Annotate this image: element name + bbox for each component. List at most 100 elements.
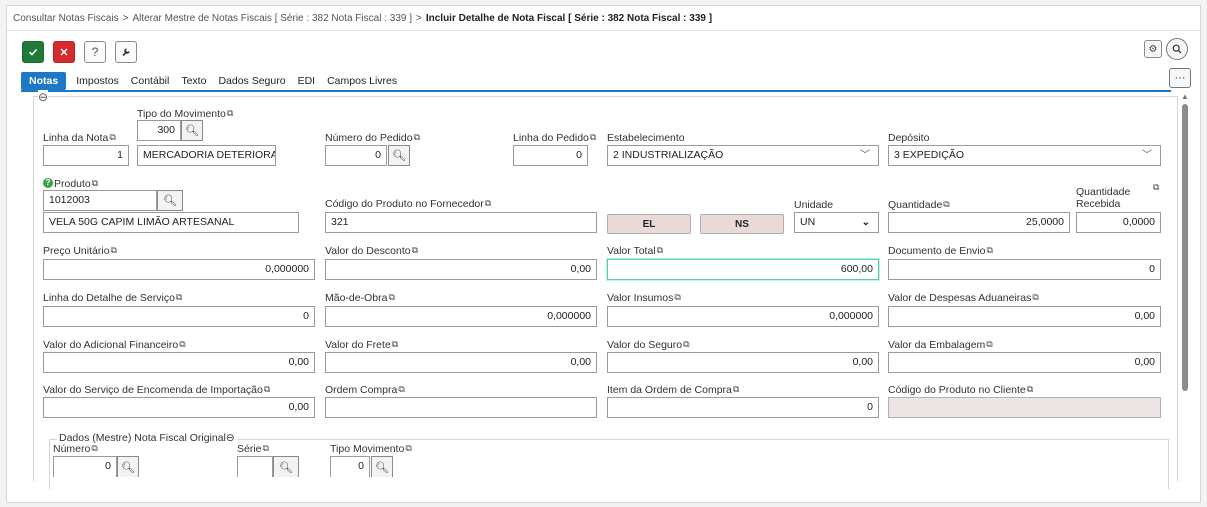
valor-despesas-aduaneiras-input[interactable]: 0,00	[888, 306, 1161, 327]
codigo-produto-cliente-input	[888, 397, 1161, 418]
tab-contabil[interactable]: Contábil	[125, 72, 176, 90]
copy-icon: ⧉	[175, 292, 183, 302]
scroll-up-icon[interactable]: ▲	[1181, 92, 1189, 101]
quantidade-recebida-input[interactable]: 0,0000	[1076, 212, 1161, 233]
cancel-button[interactable]	[53, 41, 75, 63]
mestre-serie-search-button[interactable]: 🔍︎	[273, 456, 299, 477]
mestre-numero-input[interactable]: 0	[53, 456, 117, 477]
gear-icon: ⚙	[1148, 43, 1158, 55]
linha-nota-input[interactable]: 1	[43, 145, 129, 166]
close-icon	[60, 48, 68, 56]
el-button[interactable]: EL	[607, 214, 691, 234]
ns-button[interactable]: NS	[700, 214, 784, 234]
wrench-icon	[122, 48, 130, 57]
valor-seguro-input[interactable]: 0,00	[607, 352, 879, 373]
produto-code-input[interactable]: 1012003	[43, 190, 157, 211]
breadcrumb-current: Incluir Detalhe de Nota Fiscal [ Série :…	[425, 13, 713, 24]
mestre-serie-input[interactable]	[237, 456, 273, 477]
valor-adicional-financeiro-input[interactable]: 0,00	[43, 352, 315, 373]
help-circle-icon: ?	[43, 178, 53, 188]
produto-description: VELA 50G CAPIM LIMÃO ARTESANAL	[43, 212, 299, 233]
copy-icon: ⧉	[683, 339, 690, 349]
tab-underline	[21, 90, 1171, 92]
app-window: Consultar Notas Fiscais > Alterar Mestre d…	[6, 5, 1202, 503]
valor-despesas-aduaneiras-label: Valor de Despesas Aduaneiras⧉	[888, 292, 1039, 304]
tab-dados-seguro[interactable]: Dados Seguro	[212, 72, 291, 90]
valor-embalagem-label: Valor da Embalagem⧉	[888, 339, 993, 351]
confirm-button[interactable]	[22, 41, 44, 63]
tipo-movimento-label: Tipo do Movimento⧉	[137, 108, 234, 120]
copy-icon: ⧉	[391, 339, 399, 349]
copy-icon: ⧉	[674, 292, 681, 302]
preco-unitario-input[interactable]: 0,000000	[43, 259, 315, 280]
numero-pedido-search-button[interactable]: 🔍︎	[388, 145, 410, 166]
valor-total-label: Valor Total⧉	[607, 245, 664, 257]
quantidade-recebida-label: Quantidade Recebida	[1076, 186, 1131, 210]
unidade-select[interactable]: UN ⌄	[794, 212, 879, 233]
copy-icon: ⧉	[1026, 384, 1034, 394]
estabelecimento-select[interactable]: 2 INDUSTRIALIZAÇÃO ﹀	[607, 145, 879, 166]
copy-icon: ⧉	[388, 292, 395, 302]
estabelecimento-label: Estabelecimento	[607, 132, 685, 144]
mestre-tipo-movimento-search-button[interactable]: 🔍︎	[371, 456, 393, 477]
chevron-down-icon: ﹀	[860, 150, 870, 161]
more-options-button[interactable]: ···	[1169, 68, 1191, 88]
mestre-numero-search-button[interactable]: 🔍︎	[117, 456, 139, 477]
copy-icon: ⧉	[398, 384, 405, 394]
codigo-produto-cliente-label: Código do Produto no Cliente⧉	[888, 384, 1034, 396]
breadcrumb-link-alterar[interactable]: Alterar Mestre de Notas Fiscais [ Série …	[132, 13, 412, 24]
numero-pedido-input[interactable]: 0	[325, 145, 387, 166]
preco-unitario-label: Preço Unitário⧉	[43, 245, 117, 257]
valor-desconto-input[interactable]: 0,00	[325, 259, 597, 280]
tab-notas[interactable]: Notas	[21, 72, 67, 90]
breadcrumb: Consultar Notas Fiscais > Alterar Mestre d…	[13, 13, 712, 24]
valor-embalagem-input[interactable]: 0,00	[888, 352, 1161, 373]
mestre-serie-label: Série⧉	[237, 443, 269, 455]
tipo-movimento-code-input[interactable]: 300	[137, 120, 181, 141]
copy-icon: ⧉	[262, 443, 269, 453]
settings-button[interactable]: ⚙	[1144, 40, 1162, 58]
vertical-scrollbar[interactable]: ▲	[1180, 92, 1190, 480]
copy-icon: ⧉	[263, 384, 271, 394]
copy-icon: ⧉	[179, 339, 186, 349]
tab-impostos[interactable]: Impostos	[70, 72, 125, 90]
linha-detalhe-servico-input[interactable]: 0	[43, 306, 315, 327]
check-icon	[28, 48, 38, 56]
tab-texto[interactable]: Texto	[175, 72, 212, 90]
tipo-movimento-search-button[interactable]: 🔍︎	[181, 120, 203, 141]
item-ordem-compra-label: Item da Ordem de Compra⧉	[607, 384, 740, 396]
copy-icon: ⧉	[110, 245, 117, 255]
tab-edi[interactable]: EDI	[292, 72, 322, 90]
copy-icon: ⧉	[589, 132, 597, 142]
valor-servico-encomenda-input[interactable]: 0,00	[43, 397, 315, 418]
help-button[interactable]: ?	[84, 41, 106, 63]
copy-icon: ⧉	[91, 443, 98, 453]
documento-envio-label: Documento de Envio⧉	[888, 245, 993, 257]
valor-insumos-input[interactable]: 0,000000	[607, 306, 879, 327]
item-ordem-compra-input[interactable]: 0	[607, 397, 879, 418]
mestre-tipo-movimento-label: Tipo Movimento⧉	[330, 443, 412, 455]
produto-label: ? Produto⧉	[43, 178, 98, 190]
deposito-select[interactable]: 3 EXPEDIÇÃO ﹀	[888, 145, 1161, 166]
mestre-tipo-movimento-input[interactable]: 0	[330, 456, 370, 477]
ordem-compra-input[interactable]	[325, 397, 597, 418]
documento-envio-input[interactable]: 0	[888, 259, 1161, 280]
tab-campos-livres[interactable]: Campos Livres	[321, 72, 403, 90]
codigo-fornecedor-input[interactable]: 321	[325, 212, 597, 233]
tools-button[interactable]	[115, 41, 137, 63]
valor-total-input[interactable]: 600,00	[607, 259, 879, 280]
quantidade-input[interactable]: 25,0000	[888, 212, 1070, 233]
search-button[interactable]	[1166, 38, 1188, 60]
mao-de-obra-input[interactable]: 0,000000	[325, 306, 597, 327]
scrollbar-thumb[interactable]	[1182, 104, 1188, 391]
search-icon: 🔍︎	[121, 461, 135, 474]
copy-icon: ⧉	[656, 245, 664, 255]
collapse-icon[interactable]: ⊖	[226, 432, 235, 444]
valor-frete-input[interactable]: 0,00	[325, 352, 597, 373]
collapse-icon[interactable]: ⊖	[38, 90, 49, 104]
linha-pedido-input[interactable]: 0	[513, 145, 588, 166]
produto-search-button[interactable]: 🔍︎	[157, 190, 183, 211]
copy-icon: ⧉	[484, 198, 492, 208]
breadcrumb-link-consultar[interactable]: Consultar Notas Fiscais	[13, 13, 119, 24]
more-icon: ···	[1174, 72, 1186, 84]
